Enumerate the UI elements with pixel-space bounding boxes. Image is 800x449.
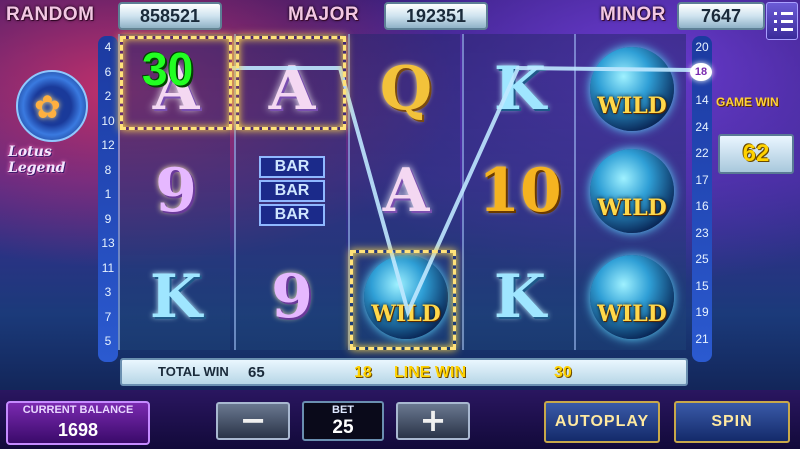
- bet-display: BET 25: [302, 401, 384, 441]
- line-win-value: 30: [554, 364, 572, 381]
- current-balance-panel: CURRENT BALANCE 1698: [6, 401, 150, 445]
- game-win-label: GAME WIN: [716, 95, 779, 109]
- bet-label: BET: [332, 404, 354, 416]
- decrease-bet-button[interactable]: −: [216, 402, 290, 440]
- win-bar: TOTAL WIN 65 18 LINE WIN 30: [120, 358, 688, 386]
- win-line-number: 18: [354, 364, 372, 381]
- autoplay-button[interactable]: AUTOPLAY: [544, 401, 660, 443]
- active-payline-marker: 18: [690, 63, 712, 81]
- increase-bet-button[interactable]: +: [396, 402, 470, 440]
- balance-label: CURRENT BALANCE: [22, 404, 134, 416]
- win-frame-reel3: [350, 250, 456, 350]
- balance-value: 1698: [57, 420, 99, 440]
- win-frame-reel2: [236, 36, 346, 130]
- total-win-value: 65: [248, 364, 265, 381]
- line-win-label: LINE WIN: [394, 364, 466, 381]
- win-amount-overlay: 30: [142, 43, 194, 95]
- game-win-value: 62: [718, 134, 794, 174]
- bet-value: 25: [332, 417, 354, 438]
- total-win-label: TOTAL WIN: [158, 364, 229, 379]
- spin-button[interactable]: SPIN: [674, 401, 790, 443]
